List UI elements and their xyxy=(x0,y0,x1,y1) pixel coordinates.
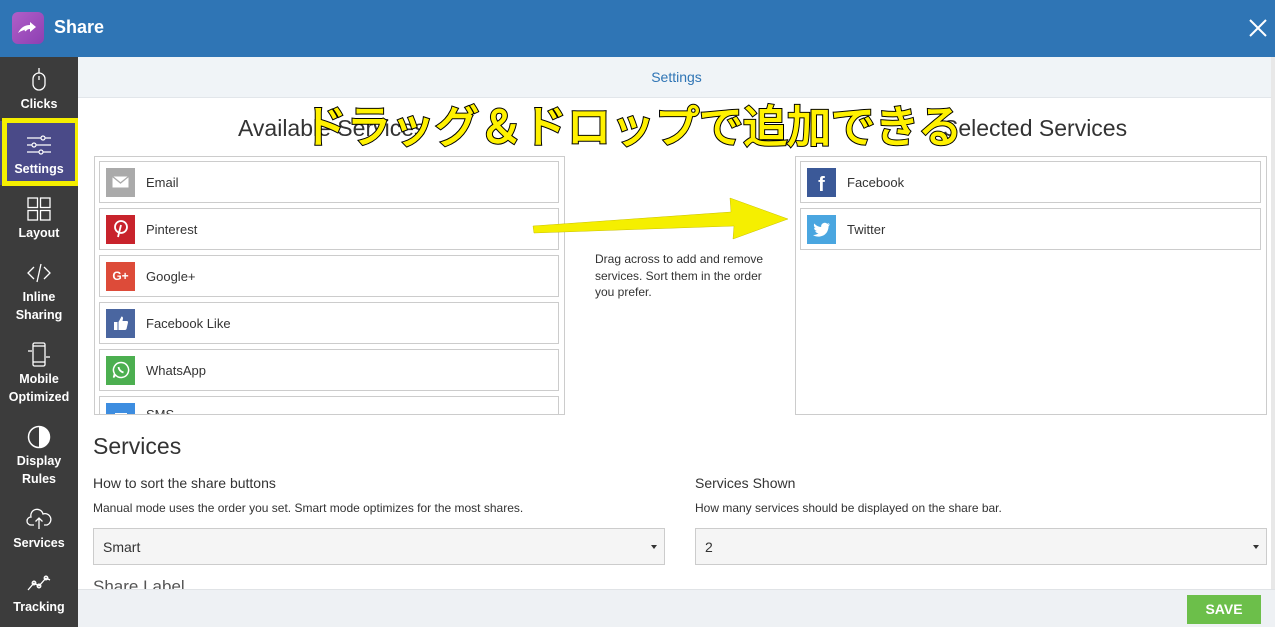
service-label: Google+ xyxy=(146,268,196,284)
sidebar-item-clicks[interactable]: Clicks xyxy=(0,67,78,113)
service-label: Email xyxy=(146,174,179,190)
sidebar-item-services[interactable]: Services xyxy=(0,506,78,552)
sidebar-item-tracking[interactable]: Tracking xyxy=(0,570,78,616)
services-shown-select[interactable]: 2 xyxy=(695,528,1267,565)
sidebar-item-label: Sharing xyxy=(15,308,63,322)
service-label: Pinterest xyxy=(146,221,198,237)
service-label: Facebook xyxy=(847,174,905,190)
sidebar-item-settings[interactable]: Settings xyxy=(0,121,78,185)
service-label: WhatsApp xyxy=(146,362,206,378)
sidebar-item-label: Layout xyxy=(18,226,60,240)
service-item-whatsapp[interactable]: WhatsApp xyxy=(99,349,559,391)
service-item-email[interactable]: Email xyxy=(99,161,559,203)
close-icon[interactable] xyxy=(1246,16,1270,40)
services-shown-label: Services Shown xyxy=(695,475,796,491)
facebook-icon: f xyxy=(807,167,836,197)
phone-icon xyxy=(26,342,52,368)
sliders-icon xyxy=(26,132,52,158)
japanese-banner-annotation: ドラッグ＆ドロップで追加できる xyxy=(302,101,963,154)
available-services-list[interactable]: Email Pinterest G+ Google+ Facebook Like… xyxy=(94,156,565,415)
drag-hint-text: Drag across to add and remove services. … xyxy=(595,252,764,299)
service-item-facebook[interactable]: f Facebook xyxy=(800,161,1261,203)
sidebar-item-label: Clicks xyxy=(20,97,58,111)
sort-select-value: Smart xyxy=(103,538,141,555)
sort-select[interactable]: Smart xyxy=(93,528,665,565)
service-item-sms[interactable]: SMS xyxy=(99,396,559,415)
sidebar-item-label: Services xyxy=(13,536,65,550)
sidebar-item-layout[interactable]: Layout xyxy=(0,196,78,242)
main-panel: Settings Available Services Selected Ser… xyxy=(78,57,1275,627)
service-label: Facebook Like xyxy=(146,315,231,331)
sort-help: Manual mode uses the order you set. Smar… xyxy=(93,501,524,515)
save-button[interactable]: SAVE xyxy=(1187,595,1261,624)
thumbs-up-icon xyxy=(106,308,135,338)
footer-bar: SAVE xyxy=(78,589,1275,627)
services-shown-help: How many services should be displayed on… xyxy=(695,501,1002,515)
drag-arrow-annotation xyxy=(532,197,789,240)
selected-services-list[interactable]: f Facebook Twitter xyxy=(795,156,1267,415)
sidebar-item-label: Display xyxy=(16,454,62,468)
service-label: SMS xyxy=(146,407,175,415)
share-app-logo-icon xyxy=(12,12,44,44)
whatsapp-icon xyxy=(106,355,135,385)
line-chart-icon xyxy=(26,570,52,596)
service-item-twitter[interactable]: Twitter xyxy=(800,208,1261,250)
selected-services-title: Selected Services xyxy=(943,115,1128,141)
services-shown-select-value: 2 xyxy=(705,538,713,555)
google-plus-icon: G+ xyxy=(106,261,135,291)
sms-icon xyxy=(106,403,135,414)
cloud-upload-icon xyxy=(26,506,52,532)
sidebar-item-label: Inline xyxy=(22,290,56,304)
twitter-icon xyxy=(807,214,836,244)
envelope-icon xyxy=(106,167,135,197)
services-heading: Services xyxy=(93,433,182,459)
title-bar: Share xyxy=(0,0,1275,57)
sidebar-item-label: Optimized xyxy=(8,390,70,404)
service-item-google-plus[interactable]: G+ Google+ xyxy=(99,255,559,297)
caret-down-icon xyxy=(651,545,657,549)
sidebar-item-inline-sharing[interactable]: Inline Sharing xyxy=(0,260,78,324)
service-label: Twitter xyxy=(847,221,886,237)
service-item-facebook-like[interactable]: Facebook Like xyxy=(99,302,559,344)
sidebar-item-label: Rules xyxy=(21,472,57,486)
code-icon xyxy=(26,260,52,286)
service-item-pinterest[interactable]: Pinterest xyxy=(99,208,559,250)
sidebar: Clicks Settings Layout Inline Sharing Mo… xyxy=(0,57,78,627)
sidebar-item-label: Settings xyxy=(14,162,64,176)
pinterest-icon xyxy=(106,214,135,244)
app-title: Share xyxy=(54,17,105,37)
scrollbar[interactable] xyxy=(1271,57,1275,589)
caret-down-icon xyxy=(1253,545,1259,549)
sort-label: How to sort the share buttons xyxy=(93,475,276,491)
mouse-icon xyxy=(26,67,52,93)
sidebar-item-mobile-optimized[interactable]: Mobile Optimized xyxy=(0,342,78,406)
contrast-icon xyxy=(26,424,52,450)
grid-icon xyxy=(26,196,52,222)
sidebar-item-display-rules[interactable]: Display Rules xyxy=(0,424,78,488)
sidebar-item-label: Tracking xyxy=(13,600,65,614)
sidebar-item-label: Mobile xyxy=(19,372,59,386)
